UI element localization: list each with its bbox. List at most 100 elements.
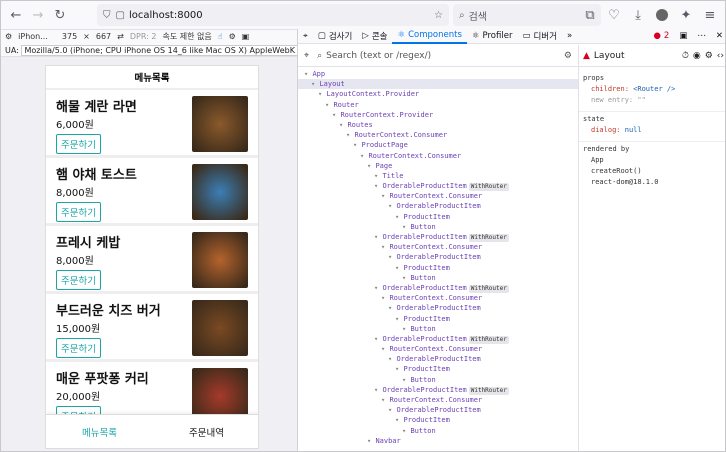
- tree-node-label: Button: [410, 375, 436, 384]
- search-icon: ⌕: [459, 9, 465, 21]
- tree-node[interactable]: ▾ Button: [298, 324, 578, 334]
- tab-components[interactable]: ⚛ Components: [392, 29, 467, 44]
- tree-node[interactable]: ▾ ProductItem: [298, 263, 578, 273]
- url-bar[interactable]: ⛉ ▢ localhost:8000 ☆: [97, 4, 449, 26]
- tab-console[interactable]: ▷ 콘솔: [357, 29, 392, 44]
- bookmark-star-icon[interactable]: ☆: [434, 10, 443, 21]
- tree-node[interactable]: ▾ RouterContext.Consumer: [298, 130, 578, 140]
- tree-node[interactable]: ▾ App: [298, 69, 578, 79]
- tab-inspector[interactable]: ▢ 검사기: [313, 29, 358, 44]
- tree-node-label: Layout: [319, 80, 345, 89]
- rendered-by-app[interactable]: App: [583, 156, 724, 164]
- rendered-by-reactdom: react-dom@18.1.0: [591, 178, 659, 186]
- order-button[interactable]: 주문하기: [56, 202, 101, 222]
- tab-profiler[interactable]: ⚛ Profiler: [467, 29, 518, 44]
- settings-gear-icon[interactable]: ⚙: [564, 51, 572, 61]
- download-icon[interactable]: ⤓: [627, 4, 649, 26]
- dpr-select[interactable]: DPR: 2: [130, 32, 157, 41]
- reload-icon[interactable]: ↻: [49, 4, 71, 26]
- tree-node[interactable]: ▾ Page: [298, 161, 578, 171]
- tree-node-label: OrderableProductItem: [396, 253, 481, 262]
- tree-node[interactable]: ▾ ProductPage: [298, 140, 578, 150]
- withrouter-badge: WithRouter: [468, 234, 509, 242]
- tab-menu[interactable]: 메뉴목록: [46, 425, 153, 439]
- tab-debugger[interactable]: ▭ 디버거: [517, 29, 562, 44]
- tree-node[interactable]: ▾ RouterContext.Consumer: [298, 242, 578, 252]
- pick-element-icon[interactable]: ⌖: [298, 29, 313, 44]
- tree-node[interactable]: ▾ Layout: [298, 79, 578, 90]
- page-title: 메뉴목록: [46, 66, 258, 90]
- throttle-select[interactable]: 속도 제한 없음: [162, 31, 211, 42]
- error-icon: ●: [653, 31, 661, 41]
- forward-icon[interactable]: →: [27, 4, 49, 26]
- tree-node[interactable]: ▾ OrderableProductItem: [298, 252, 578, 262]
- tree-node[interactable]: ▾ Button: [298, 426, 578, 436]
- menu-item: 햄 야채 토스트 8,000원 주문하기: [46, 158, 258, 226]
- tree-node[interactable]: ▾ Router: [298, 100, 578, 110]
- tree-node[interactable]: ▾ OrderableProductItem: [298, 405, 578, 415]
- tree-node[interactable]: ▾ RouterContext.Consumer: [298, 191, 578, 201]
- tree-node[interactable]: ▾ Button: [298, 222, 578, 232]
- tree-node[interactable]: ▾ Button: [298, 375, 578, 385]
- error-badge[interactable]: ● 2: [649, 29, 675, 44]
- tree-node[interactable]: ▾ Button: [298, 273, 578, 283]
- extensions-icon[interactable]: ✦: [675, 4, 697, 26]
- tree-node[interactable]: ▾ LayoutContext.Provider: [298, 89, 578, 99]
- tree-node[interactable]: ▾ OrderableProductItem: [298, 201, 578, 211]
- rotate-icon[interactable]: ⇄: [117, 32, 124, 41]
- component-search-input[interactable]: Search (text or /regex/): [326, 51, 431, 61]
- order-button[interactable]: 주문하기: [56, 338, 101, 358]
- more-tabs-icon[interactable]: »: [562, 29, 577, 44]
- extension-icon[interactable]: ⧉: [579, 4, 601, 26]
- tab-orders[interactable]: 주문내역: [153, 425, 258, 439]
- tree-node[interactable]: ▾ Navbar: [298, 436, 578, 446]
- pocket-icon[interactable]: ♡: [603, 4, 625, 26]
- settings-icon[interactable]: ⚙: [229, 32, 236, 41]
- tree-node[interactable]: ▾ RouterContext.Provider: [298, 110, 578, 120]
- width-input[interactable]: 375: [62, 32, 77, 41]
- tree-node[interactable]: ▾ RouterContext.Consumer: [298, 293, 578, 303]
- withrouter-badge: WithRouter: [468, 335, 509, 344]
- tree-node[interactable]: ▾ OrderableProductItem: [298, 354, 578, 364]
- tree-node[interactable]: ▾ ProductItem: [298, 415, 578, 425]
- settings-icon[interactable]: ⚙: [705, 51, 713, 61]
- tree-node[interactable]: ▾ Title: [298, 171, 578, 181]
- tree-node[interactable]: ▾ OrderableProductItem WithRouter: [298, 232, 578, 242]
- tree-node[interactable]: ▾ ProductItem: [298, 364, 578, 374]
- new-entry-value[interactable]: "": [637, 96, 645, 104]
- tree-node[interactable]: ▾ OrderableProductItem: [298, 303, 578, 313]
- touch-icon[interactable]: ☝: [218, 32, 223, 41]
- menu-icon[interactable]: ≡: [699, 4, 721, 26]
- back-icon[interactable]: ←: [5, 4, 27, 26]
- tree-node[interactable]: ▾ ProductItem: [298, 212, 578, 222]
- tree-node-label: OrderableProductItem: [382, 283, 467, 292]
- eye-icon[interactable]: ◉: [693, 51, 701, 61]
- tree-node[interactable]: ▾ OrderableProductItem WithRouter: [298, 283, 578, 293]
- source-icon[interactable]: ‹›: [717, 51, 724, 61]
- select-element-icon[interactable]: ⌖: [304, 51, 309, 61]
- screenshot-icon[interactable]: ▣: [242, 32, 250, 41]
- rendered-by-label: rendered by: [583, 145, 630, 153]
- dock-icon[interactable]: ▣: [674, 29, 692, 44]
- tree-node[interactable]: ▾ RouterContext.Consumer: [298, 151, 578, 161]
- order-button[interactable]: 주문하기: [56, 134, 101, 154]
- more-options-icon[interactable]: ⋯: [692, 29, 711, 44]
- ua-input[interactable]: Mozilla/5.0 (iPhone; CPU iPhone OS 14_6 …: [21, 45, 297, 56]
- ua-label: UA:: [5, 46, 19, 55]
- new-entry-key[interactable]: new entry:: [591, 96, 633, 104]
- console-icon: ▷: [362, 31, 369, 41]
- device-select[interactable]: iPhon...: [18, 32, 48, 41]
- close-devtools-icon[interactable]: ✕: [711, 29, 725, 44]
- height-input[interactable]: 667: [96, 32, 111, 41]
- error-count: 2: [663, 31, 670, 41]
- tree-node[interactable]: ▾ RouterContext.Consumer: [298, 395, 578, 405]
- tree-node[interactable]: ▾ OrderableProductItem WithRouter: [298, 181, 578, 192]
- tree-node[interactable]: ▾ RouterContext.Consumer: [298, 344, 578, 354]
- tree-node[interactable]: ▾ OrderableProductItem WithRouter: [298, 385, 578, 395]
- tree-node[interactable]: ▾ ProductItem: [298, 314, 578, 324]
- tree-node[interactable]: ▾ Routes: [298, 120, 578, 130]
- tree-node[interactable]: ▾ OrderableProductItem WithRouter: [298, 334, 578, 344]
- account-icon[interactable]: [651, 4, 673, 26]
- timer-icon[interactable]: ⏱: [682, 51, 689, 61]
- order-button[interactable]: 주문하기: [56, 270, 101, 290]
